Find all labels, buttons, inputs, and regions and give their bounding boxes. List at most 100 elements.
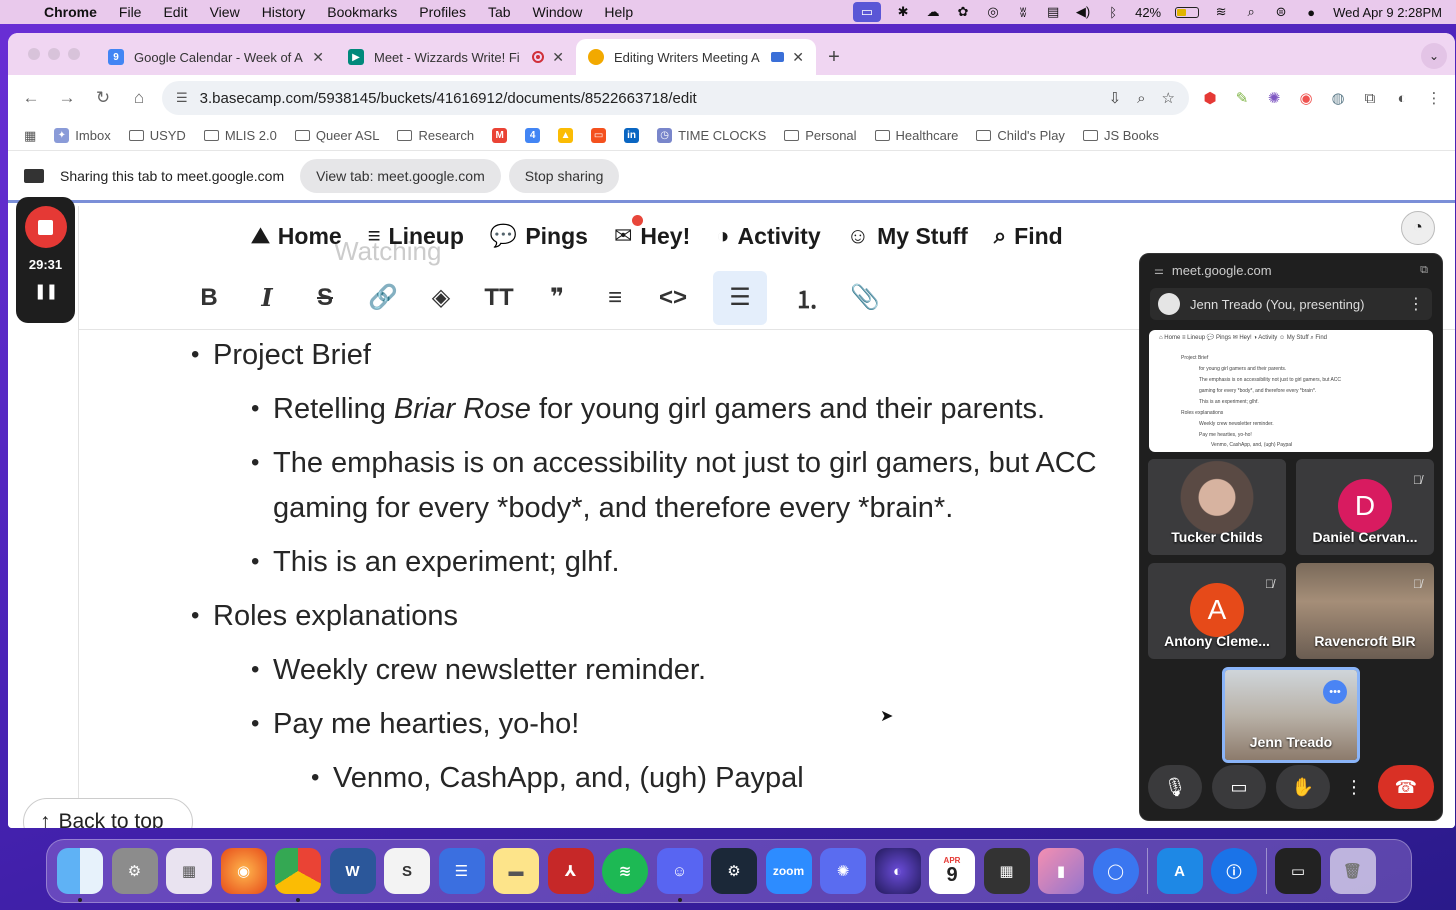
apps-grid-icon[interactable]: ▦ xyxy=(24,128,36,144)
participant-tile[interactable]: 🎙̸ Ravencroft BIR xyxy=(1296,563,1434,659)
view-tab-button[interactable]: View tab: meet.google.com xyxy=(300,158,501,193)
list-item-continuation[interactable]: gaming for every *body*, and therefore e… xyxy=(273,494,953,523)
bookmark-personal[interactable]: Personal xyxy=(784,128,857,143)
menu-bookmarks[interactable]: Bookmarks xyxy=(327,4,397,20)
close-window-button[interactable] xyxy=(28,48,40,60)
gear-icon[interactable]: ✱ xyxy=(895,4,911,20)
wifi-icon[interactable]: ≋ xyxy=(1213,4,1229,20)
nav-pings[interactable]: 💬 Pings xyxy=(490,223,588,250)
list-item[interactable]: Weekly crew newsletter reminder. xyxy=(251,656,706,685)
menu-profiles[interactable]: Profiles xyxy=(419,4,466,20)
back-arrow-icon[interactable]: ← xyxy=(18,88,44,108)
bookmark-research[interactable]: Research xyxy=(397,128,474,143)
profile-avatar-icon[interactable]: ◐ xyxy=(1391,87,1413,109)
zoom-icon[interactable]: zoom xyxy=(765,848,812,894)
siri-icon[interactable]: ● xyxy=(1303,4,1319,20)
screen-share-icon[interactable]: ▭ xyxy=(852,2,882,22)
word-icon[interactable]: W xyxy=(329,848,376,894)
bookmark-time-clocks[interactable]: ◷ TIME CLOCKS xyxy=(657,128,766,143)
nav-activity[interactable]: ◑ Activity xyxy=(716,223,820,250)
spotify-icon[interactable]: ≋ xyxy=(602,848,648,894)
slides-icon[interactable]: ▭ xyxy=(591,128,607,143)
firefox-icon[interactable]: ◉ xyxy=(220,848,267,894)
attachment-paperclip-icon[interactable]: 📎 xyxy=(847,276,883,320)
linkedin-icon[interactable]: in xyxy=(624,128,640,143)
bookmark-healthcare[interactable]: Healthcare xyxy=(874,128,958,143)
zoom-icon[interactable]: ⌕ xyxy=(1137,90,1145,107)
bookmark-star-icon[interactable]: ☆ xyxy=(1162,89,1175,107)
menu-file[interactable]: File xyxy=(119,4,142,20)
bitwarden-icon[interactable]: ✺ xyxy=(820,848,866,894)
list-item[interactable]: Venmo, CashApp, and, (ugh) Paypal xyxy=(311,764,804,793)
menu-help[interactable]: Help xyxy=(604,4,633,20)
app-store-icon[interactable]: A xyxy=(1156,848,1203,894)
battery-percent[interactable]: 42% xyxy=(1135,4,1161,20)
forward-arrow-icon[interactable]: → xyxy=(54,88,80,108)
battery-icon[interactable] xyxy=(1175,6,1200,18)
stop-recording-button[interactable] xyxy=(24,206,67,248)
list-item[interactable]: Roles explanations xyxy=(191,602,458,631)
nav-lineup[interactable]: ≡ Lineup xyxy=(368,223,464,250)
new-tab-button[interactable]: + xyxy=(816,39,852,75)
url-text[interactable]: 3.basecamp.com/5938145/buckets/41616912/… xyxy=(200,90,1093,107)
microphone-button[interactable]: 🎙 xyxy=(1148,765,1202,809)
drive-icon[interactable]: ▲ xyxy=(558,128,574,143)
stop-sharing-button[interactable]: Stop sharing xyxy=(508,158,620,193)
horizontal-rule-icon[interactable]: ≡ xyxy=(597,276,633,320)
1password-icon[interactable]: ⓘ xyxy=(1211,848,1257,894)
calculator-icon[interactable]: ▦ xyxy=(983,848,1030,894)
cloud-icon[interactable]: ☁ xyxy=(925,4,941,20)
self-view-tile[interactable]: ••• Jenn Treado xyxy=(1222,667,1360,763)
chrome-menu-icon[interactable]: ⋮ xyxy=(1423,87,1445,109)
install-app-icon[interactable]: ⇩ xyxy=(1109,89,1122,107)
extensions-puzzle-icon[interactable]: ⧉ xyxy=(1359,87,1381,109)
bookmark-js-books[interactable]: JS Books xyxy=(1082,128,1159,143)
calendar-icon[interactable]: 4 xyxy=(525,128,541,143)
extension-icon[interactable]: ✎ xyxy=(1231,87,1253,109)
camera-button[interactable]: ▭ xyxy=(1212,765,1266,809)
trash-icon[interactable]: 🗑 xyxy=(1329,848,1376,894)
bookmark-childs-play[interactable]: Child's Play xyxy=(976,128,1065,143)
tab-search-button[interactable]: ⌄ xyxy=(1421,43,1447,69)
menu-app-name[interactable]: Chrome xyxy=(44,4,97,20)
notes-icon[interactable]: ▬ xyxy=(493,848,539,894)
screen-recording-icon[interactable]: ▭ xyxy=(1275,848,1321,894)
leave-call-button[interactable]: ☎ xyxy=(1378,765,1434,809)
volume-icon[interactable]: ◀) xyxy=(1075,4,1091,20)
spotlight-search-icon[interactable]: ⌕ xyxy=(1243,4,1259,20)
bookmark-mlis[interactable]: MLIS 2.0 xyxy=(203,128,277,143)
adblock-extension-icon[interactable]: ⬢ xyxy=(1199,87,1221,109)
close-tab-icon[interactable]: ✕ xyxy=(312,49,324,66)
minimize-window-button[interactable] xyxy=(48,48,60,60)
scrivener-icon[interactable]: S xyxy=(384,848,430,894)
steam-icon[interactable]: ⚙ xyxy=(711,848,757,894)
list-item[interactable]: Retelling Briar Rose for young girl game… xyxy=(251,395,1045,424)
nav-home[interactable]: ⛰ Home xyxy=(251,223,341,250)
discord-icon[interactable]: ☺ xyxy=(656,848,703,902)
bulleted-list-button[interactable]: ☰ xyxy=(713,270,767,325)
code-icon[interactable]: <> xyxy=(655,276,691,320)
system-settings-icon[interactable]: ⚙ xyxy=(111,848,158,894)
user-avatar[interactable]: ◔ xyxy=(1401,211,1435,245)
menu-window[interactable]: Window xyxy=(533,4,583,20)
extension-icon[interactable]: ◍ xyxy=(1327,87,1349,109)
extension-icon[interactable]: ✿ xyxy=(955,4,971,20)
list-item[interactable]: Project Brief xyxy=(191,341,371,370)
link-icon[interactable]: 🔗 xyxy=(365,276,401,320)
menu-history[interactable]: History xyxy=(262,4,306,20)
more-options-icon[interactable]: ⋮ xyxy=(1340,765,1368,809)
participant-tile[interactable]: A 🎙̸ Antony Cleme... xyxy=(1148,563,1286,659)
control-center-icon[interactable]: ⊜ xyxy=(1273,4,1289,20)
more-options-icon[interactable]: ⋮ xyxy=(1408,294,1424,314)
gmail-icon[interactable]: M xyxy=(492,128,508,143)
acrobat-icon[interactable]: ⅄ xyxy=(547,848,594,894)
nav-hey[interactable]: ✉ Hey! xyxy=(614,214,690,250)
quote-icon[interactable]: ❞ xyxy=(539,276,575,320)
notebook-icon[interactable]: ▮ xyxy=(1038,848,1084,894)
bold-button[interactable]: B xyxy=(191,276,227,320)
menu-view[interactable]: View xyxy=(210,4,240,20)
list-item[interactable]: Pay me hearties, yo-ho! xyxy=(251,710,579,739)
zoom-window-button[interactable] xyxy=(68,48,80,60)
list-item[interactable]: The emphasis is on accessibility not jus… xyxy=(251,449,1097,478)
reload-icon[interactable]: ↻ xyxy=(90,88,116,108)
